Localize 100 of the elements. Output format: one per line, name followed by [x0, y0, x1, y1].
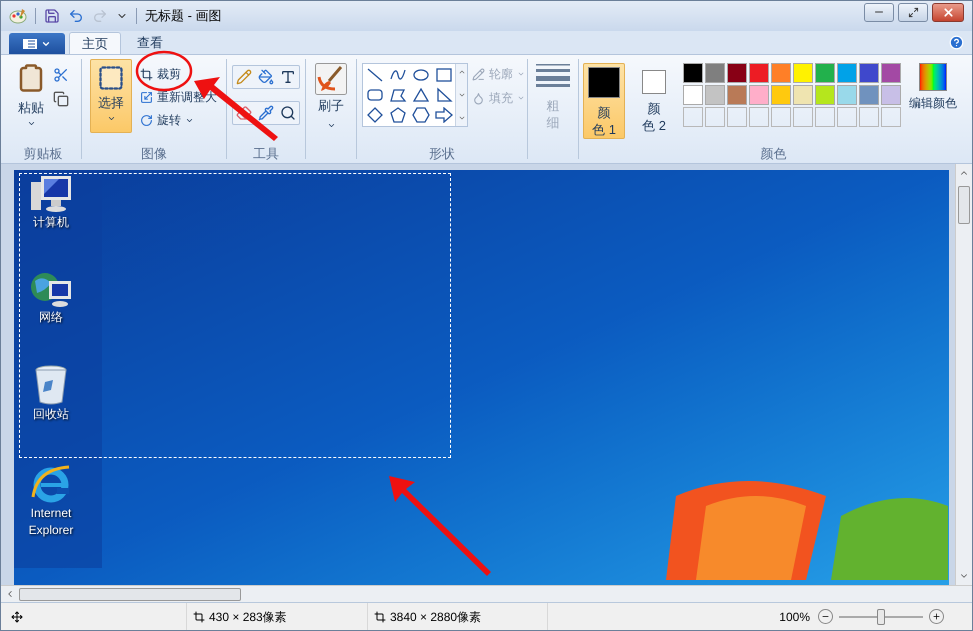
selection-size: 430 × 283像素 — [209, 608, 287, 626]
caret-icon — [517, 70, 525, 78]
shape-icon — [366, 107, 384, 123]
crop-button[interactable]: 裁剪 — [140, 65, 217, 83]
maximize-button[interactable] — [898, 2, 928, 22]
palette-color[interactable] — [837, 63, 857, 83]
palette-color[interactable] — [727, 85, 747, 105]
palette-color[interactable] — [859, 85, 879, 105]
help-icon[interactable] — [949, 35, 964, 50]
scroll-up-icon[interactable] — [458, 68, 466, 76]
shape-icon — [366, 87, 384, 103]
scrollbar-thumb[interactable] — [958, 186, 970, 224]
undo-icon[interactable] — [68, 8, 84, 24]
palette-color[interactable] — [705, 63, 725, 83]
selection-rectangle[interactable] — [19, 173, 451, 458]
resize-icon — [140, 90, 153, 104]
ribbon-tab[interactable]: 主页 — [69, 32, 121, 54]
caret-icon — [26, 119, 36, 128]
palette-color[interactable] — [683, 85, 703, 105]
shape-icon — [412, 107, 430, 123]
shape-icon — [434, 107, 452, 123]
palette-color[interactable] — [859, 63, 879, 83]
shape-icon — [434, 67, 452, 83]
computer-icon — [29, 174, 73, 214]
pencil-icon — [472, 68, 485, 80]
palette-color[interactable] — [749, 63, 769, 83]
plus-icon — [932, 612, 941, 621]
brush-icon — [315, 63, 347, 95]
color-spectrum-icon — [919, 63, 947, 91]
palette-color[interactable] — [705, 85, 725, 105]
trash-bin-icon — [33, 364, 69, 406]
palette-color[interactable] — [793, 63, 813, 83]
shape-icon — [388, 87, 406, 103]
zoom-in-button[interactable] — [929, 609, 944, 624]
group-label: 剪贴板 — [22, 144, 64, 162]
line-widths-icon — [536, 63, 570, 89]
menu-icon — [23, 38, 37, 48]
palette-color[interactable] — [727, 63, 747, 83]
palette-color[interactable] — [815, 63, 835, 83]
crop-icon — [140, 68, 153, 80]
dashed-rectangle-icon — [97, 64, 125, 92]
palette-color[interactable] — [771, 85, 791, 105]
maximize-icon — [908, 6, 918, 18]
caret-icon — [106, 114, 116, 123]
vertical-scrollbar[interactable] — [955, 164, 972, 585]
desktop-icon-label[interactable]: 网络 — [39, 309, 63, 326]
horizontal-scrollbar[interactable] — [1, 585, 972, 602]
close-icon — [942, 6, 954, 18]
caret-icon — [517, 94, 525, 102]
edit-colors-button[interactable]: 编辑颜色 — [909, 63, 957, 112]
zoom-slider-thumb[interactable] — [877, 608, 885, 624]
palette-color[interactable] — [771, 63, 791, 83]
scrollbar-thumb[interactable] — [19, 588, 241, 600]
expand-gallery-icon[interactable] — [458, 114, 466, 122]
zoom-level: 100% — [779, 608, 810, 626]
scroll-down-icon[interactable] — [458, 91, 466, 99]
desktop-icon-label[interactable]: 计算机 — [33, 214, 69, 231]
cut-icon[interactable] — [53, 67, 69, 83]
caret-icon — [326, 121, 336, 130]
copy-icon[interactable] — [53, 91, 69, 107]
color-slot-button[interactable]: 颜色 2 — [633, 63, 675, 139]
palette-color[interactable] — [749, 85, 769, 105]
image-size-icon — [374, 610, 386, 622]
annotation-circle — [135, 50, 193, 92]
palette-color[interactable] — [683, 63, 703, 83]
file-menu-button[interactable] — [9, 33, 65, 54]
color-slot-button[interactable]: 颜色 1 — [583, 63, 625, 139]
brushes-button[interactable]: 刷子 — [315, 55, 347, 130]
shape-icon — [366, 67, 384, 83]
palette-color[interactable] — [881, 85, 901, 105]
shape-icon — [434, 87, 452, 103]
palette-color[interactable] — [837, 85, 857, 105]
select-button[interactable]: 选择 — [90, 59, 132, 133]
zoom-slider[interactable] — [839, 608, 923, 624]
move-icon — [11, 610, 23, 622]
save-icon[interactable] — [44, 8, 60, 24]
droplet-icon — [472, 92, 485, 104]
ribbon-tab[interactable]: 查看 — [125, 32, 175, 54]
window-title: 无标题 - 画图 — [145, 7, 222, 26]
group-label: 工具 — [252, 144, 280, 162]
palette-color[interactable] — [793, 85, 813, 105]
selection-size-icon — [193, 610, 205, 622]
image-size: 3840 × 2880像素 — [390, 608, 482, 626]
rotate-icon — [140, 114, 153, 126]
group-label: 形状 — [428, 144, 456, 162]
palette-color[interactable] — [815, 85, 835, 105]
shape-icon — [412, 67, 430, 83]
zoom-out-button[interactable] — [818, 609, 833, 624]
group-label: 图像 — [140, 144, 168, 162]
shape-icon — [388, 107, 406, 123]
desktop-icon-label[interactable]: 回收站 — [33, 406, 69, 423]
shape-icon — [412, 87, 430, 103]
rotate-button[interactable]: 旋转 — [140, 111, 217, 129]
palette-app-icon — [9, 8, 27, 24]
close-button[interactable] — [932, 2, 964, 22]
desktop-icon-label[interactable]: Internet Explorer — [28, 505, 74, 539]
group-label: 颜色 — [760, 144, 788, 162]
minimize-button[interactable] — [864, 2, 894, 22]
paste-button[interactable]: 粘贴 — [13, 63, 49, 128]
palette-color[interactable] — [881, 63, 901, 83]
